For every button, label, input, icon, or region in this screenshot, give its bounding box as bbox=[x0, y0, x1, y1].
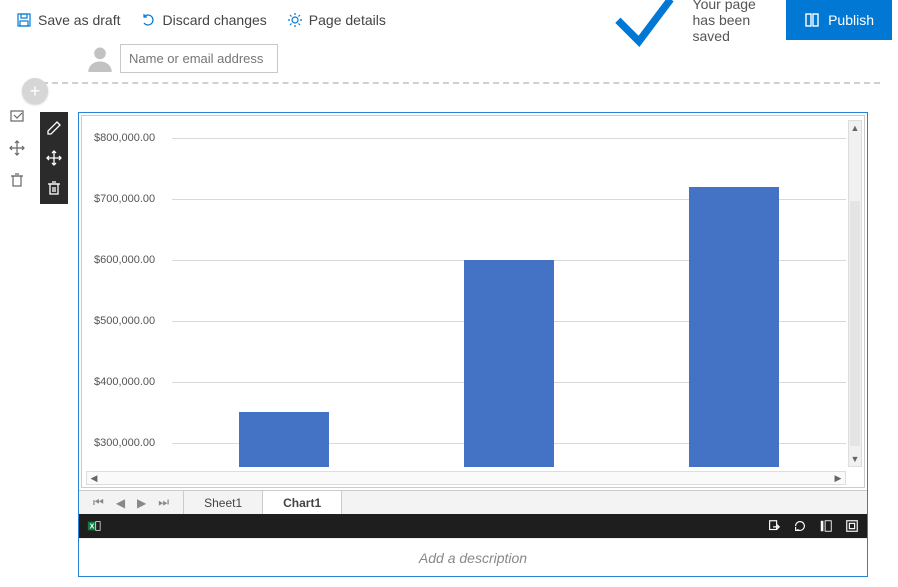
download-icon[interactable] bbox=[767, 519, 781, 533]
save-icon bbox=[16, 12, 32, 28]
tab-sheet1[interactable]: Sheet1 bbox=[184, 491, 263, 514]
description-input[interactable]: Add a description bbox=[79, 538, 867, 576]
webpart-toolbar bbox=[40, 112, 68, 204]
publish-label: Publish bbox=[828, 12, 874, 28]
scroll-right-arrow[interactable]: ▶ bbox=[831, 473, 845, 484]
chart-bar bbox=[464, 260, 554, 467]
avatar-icon bbox=[86, 44, 114, 72]
section-divider bbox=[42, 82, 880, 84]
page-details-button[interactable]: Page details bbox=[277, 6, 396, 34]
saved-status: Your page has been saved bbox=[602, 0, 786, 62]
publish-icon bbox=[804, 12, 820, 28]
discard-label: Discard changes bbox=[163, 12, 267, 28]
fullscreen-icon[interactable] bbox=[845, 519, 859, 533]
info-icon[interactable] bbox=[819, 519, 833, 533]
discard-icon bbox=[141, 12, 157, 28]
page-command-bar: Save as draft Discard changes Page detai… bbox=[0, 0, 898, 40]
horizontal-scrollbar[interactable]: ◀ ▶ bbox=[86, 471, 846, 485]
scroll-up-arrow[interactable]: ▲ bbox=[849, 121, 861, 135]
delete-section-icon[interactable] bbox=[9, 172, 25, 188]
chart-bar bbox=[239, 412, 329, 467]
move-webpart-icon[interactable] bbox=[46, 150, 62, 166]
excel-chart-viewer: $300,000.00 $400,000.00 $500,000.00 $600,00… bbox=[81, 115, 865, 488]
page-details-label: Page details bbox=[309, 12, 386, 28]
move-section-icon[interactable] bbox=[9, 140, 25, 156]
discard-changes-button[interactable]: Discard changes bbox=[131, 6, 277, 34]
author-input[interactable] bbox=[120, 44, 278, 73]
chart-bar bbox=[689, 187, 779, 467]
saved-status-label: Your page has been saved bbox=[693, 0, 775, 44]
tab-chart1[interactable]: Chart1 bbox=[263, 490, 342, 514]
excel-webpart: $300,000.00 $400,000.00 $500,000.00 $600,00… bbox=[78, 112, 868, 577]
save-as-draft-button[interactable]: Save as draft bbox=[6, 6, 131, 34]
edit-webpart-icon[interactable] bbox=[46, 120, 62, 136]
sheet-nav-next-icon[interactable]: ▶ bbox=[137, 496, 146, 510]
sheet-nav-last-icon[interactable]: ⏭ bbox=[158, 495, 169, 510]
add-section-button[interactable]: + bbox=[22, 78, 48, 104]
excel-status-bar: X bbox=[79, 514, 867, 538]
sheet-nav-prev-icon[interactable]: ◀ bbox=[116, 496, 125, 510]
y-axis-label: $500,000.00 bbox=[94, 315, 155, 327]
y-axis-label: $800,000.00 bbox=[94, 132, 155, 144]
y-axis-label: $400,000.00 bbox=[94, 376, 155, 388]
check-icon bbox=[602, 0, 687, 62]
vertical-scrollbar[interactable]: ▲ ▼ bbox=[848, 120, 862, 467]
sheet-nav-first-icon[interactable]: ⏮ bbox=[93, 495, 104, 510]
sheet-nav-group: ⏮ ◀ ▶ ⏭ bbox=[79, 491, 184, 514]
publish-button[interactable]: Publish bbox=[786, 0, 892, 40]
section-rail bbox=[4, 108, 30, 188]
refresh-icon[interactable] bbox=[793, 519, 807, 533]
scroll-thumb[interactable] bbox=[850, 201, 860, 446]
svg-text:X: X bbox=[90, 524, 95, 531]
edit-section-icon[interactable] bbox=[9, 108, 25, 124]
chart-area: $300,000.00 $400,000.00 $500,000.00 $600,00… bbox=[86, 120, 846, 467]
scroll-down-arrow[interactable]: ▼ bbox=[849, 452, 861, 466]
excel-logo-icon: X bbox=[87, 519, 101, 533]
y-axis-label: $700,000.00 bbox=[94, 193, 155, 205]
gear-icon bbox=[287, 12, 303, 28]
delete-webpart-icon[interactable] bbox=[46, 180, 62, 196]
sheet-tab-row: ⏮ ◀ ▶ ⏭ Sheet1 Chart1 bbox=[79, 490, 867, 514]
save-draft-label: Save as draft bbox=[38, 12, 121, 28]
y-axis-label: $600,000.00 bbox=[94, 254, 155, 266]
scroll-left-arrow[interactable]: ◀ bbox=[87, 473, 101, 484]
y-axis-label: $300,000.00 bbox=[94, 437, 155, 449]
